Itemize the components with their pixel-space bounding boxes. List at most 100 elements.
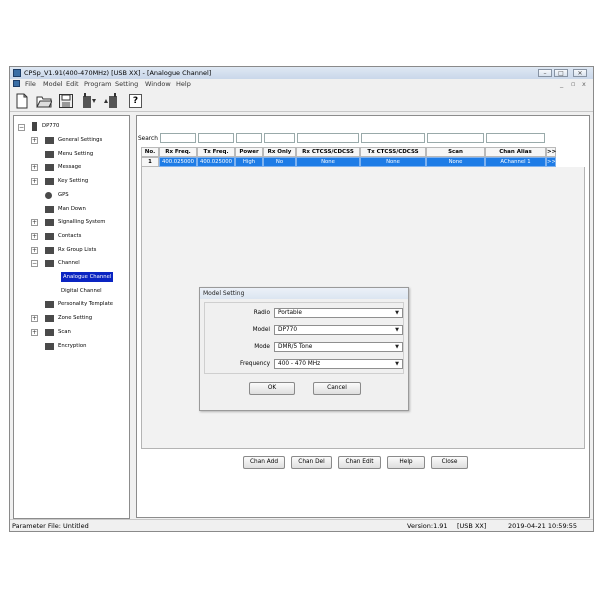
maximize-button[interactable]: □ xyxy=(554,69,568,77)
tree-toggle-zone-setting[interactable]: + xyxy=(31,315,38,323)
tree-item-rx-group-lists[interactable]: Rx Group Lists xyxy=(58,245,96,255)
column-header-rx-ctcss[interactable]: Rx CTCSS/CDCSS xyxy=(296,147,360,157)
chan-edit-button[interactable]: Chan Edit xyxy=(338,456,381,469)
table-cell-rx-freq[interactable]: 400.025000 xyxy=(159,157,197,167)
menu-help[interactable]: Help xyxy=(176,80,191,88)
mode-select[interactable]: DMR/5 Tone ▼ xyxy=(274,342,403,352)
tree-item-channel[interactable]: Channel xyxy=(58,258,80,268)
tree-item-message[interactable]: Message xyxy=(58,162,81,172)
model-select[interactable]: DP770 ▼ xyxy=(274,325,403,335)
table-cell-tx-freq[interactable]: 400.025000 xyxy=(197,157,235,167)
column-header-chan-alias[interactable]: Chan Alias xyxy=(485,147,546,157)
column-header-rx-only[interactable]: Rx Only xyxy=(263,147,296,157)
column-header-power[interactable]: Power xyxy=(235,147,263,157)
menu-window[interactable]: Window xyxy=(145,80,171,88)
tree-item-zone-setting[interactable]: Zone Setting xyxy=(58,313,92,323)
help-button[interactable]: Help xyxy=(387,456,425,469)
column-header-tx-ctcss[interactable]: Tx CTCSS/CDCSS xyxy=(360,147,426,157)
new-file-icon[interactable] xyxy=(14,93,30,109)
tree-item-key-setting[interactable]: Key Setting xyxy=(58,176,88,186)
status-bar: Parameter File: Untitled Version:1.91 [U… xyxy=(10,519,593,531)
tree-item-personality-template[interactable]: Personality Template xyxy=(58,299,113,309)
search-input-tx-freq[interactable] xyxy=(198,133,234,143)
chan-del-button[interactable]: Chan Del xyxy=(291,456,332,469)
folder-icon xyxy=(45,246,54,254)
table-cell-power[interactable]: High xyxy=(235,157,263,167)
column-header-rx-freq[interactable]: Rx Freq. xyxy=(159,147,197,157)
tree-toggle-message[interactable]: + xyxy=(31,164,38,172)
tree-item-signalling-system[interactable]: Signalling System xyxy=(58,217,105,227)
toolbar: ? xyxy=(10,90,593,112)
search-input-rx-only[interactable] xyxy=(264,133,295,143)
save-disk-icon[interactable] xyxy=(58,93,74,109)
help-icon[interactable]: ? xyxy=(129,94,142,108)
tree-item-menu-setting[interactable]: Menu Setting xyxy=(58,149,93,159)
search-input-scan[interactable] xyxy=(427,133,484,143)
tree-item-encryption[interactable]: Encryption xyxy=(58,341,86,351)
column-header-scan[interactable]: Scan xyxy=(426,147,485,157)
write-radio-icon[interactable] xyxy=(103,93,119,109)
folder-icon xyxy=(45,328,54,336)
column-header-more[interactable]: >> xyxy=(546,147,556,157)
table-cell-rx-only[interactable]: No xyxy=(263,157,296,167)
mdi-close-button[interactable]: x xyxy=(582,80,586,88)
menu-bar: File Model Edit Program Setting Window H… xyxy=(10,79,593,89)
search-input-rx-freq[interactable] xyxy=(160,133,196,143)
search-input-power[interactable] xyxy=(236,133,262,143)
tree-toggle-key-setting[interactable]: + xyxy=(31,178,38,186)
menu-model[interactable]: Model xyxy=(43,80,63,88)
collapse-root-toggle[interactable]: − xyxy=(18,124,25,131)
app-window: CPSp_V1.91(400-470MHz) [USB XX] - [Analo… xyxy=(9,66,594,532)
minimize-button[interactable]: – xyxy=(538,69,552,77)
column-header-tx-freq[interactable]: Tx Freq. xyxy=(197,147,235,157)
table-cell-no[interactable]: 1 xyxy=(141,157,159,167)
folder-icon xyxy=(45,232,54,240)
read-radio-icon[interactable] xyxy=(81,93,97,109)
table-cell-tx-ctcss[interactable]: None xyxy=(360,157,426,167)
cancel-button[interactable]: Cancel xyxy=(313,382,361,395)
title-bar[interactable]: CPSp_V1.91(400-470MHz) [USB XX] - [Analo… xyxy=(10,67,593,79)
search-input-tx-ctcss[interactable] xyxy=(361,133,425,143)
dialog-title[interactable]: Model Setting xyxy=(200,288,408,299)
tree-toggle-signalling-system[interactable]: + xyxy=(31,219,38,227)
table-cell-more[interactable]: >> xyxy=(546,157,556,167)
mdi-minimize-button[interactable]: _ xyxy=(560,80,563,88)
tree-toggle-contacts[interactable]: + xyxy=(31,232,38,240)
tree-item-gps[interactable]: GPS xyxy=(58,190,69,200)
radio-value: Portable xyxy=(278,310,302,316)
table-cell-rx-ctcss[interactable]: None xyxy=(296,157,360,167)
menu-setting[interactable]: Setting xyxy=(115,80,138,88)
close-window-button[interactable]: ✕ xyxy=(573,69,587,77)
tree-item-man-down[interactable]: Man Down xyxy=(58,204,86,214)
menu-file[interactable]: File xyxy=(25,80,36,88)
tree-item-scan[interactable]: Scan xyxy=(58,327,71,337)
tree-item-analogue-channel[interactable]: Analogue Channel xyxy=(61,272,114,282)
table-cell-chan-alias[interactable]: AChannel 1 xyxy=(485,157,546,167)
tree-item-general-settings[interactable]: General Settings xyxy=(58,135,102,145)
chan-add-button[interactable]: Chan Add xyxy=(243,456,285,469)
tree-item-digital-channel[interactable]: Digital Channel xyxy=(61,286,102,296)
tree-toggle-channel[interactable]: − xyxy=(31,260,38,268)
tree-toggle-rx-group-lists[interactable]: + xyxy=(31,246,38,254)
close-button[interactable]: Close xyxy=(431,456,468,469)
table-cell-scan[interactable]: None xyxy=(426,157,485,167)
mdi-restore-button[interactable]: ▫ xyxy=(571,80,575,88)
channel-table: No. Rx Freq. Tx Freq. Power Rx Only Rx C… xyxy=(141,147,556,167)
folder-icon xyxy=(45,219,54,227)
app-icon xyxy=(13,69,21,77)
keyboard-icon xyxy=(45,178,54,186)
search-input-chan-alias[interactable] xyxy=(486,133,545,143)
message-icon xyxy=(45,164,54,172)
tree-item-contacts[interactable]: Contacts xyxy=(58,231,81,241)
ok-button[interactable]: OK xyxy=(249,382,295,395)
open-folder-icon[interactable] xyxy=(36,93,52,109)
column-header-no[interactable]: No. xyxy=(141,147,159,157)
frequency-select[interactable]: 400 - 470 MHz ▼ xyxy=(274,359,403,369)
tree-toggle-general-settings[interactable]: + xyxy=(31,137,38,144)
search-input-rx-ctcss[interactable] xyxy=(297,133,359,143)
radio-select[interactable]: Portable ▼ xyxy=(274,308,403,318)
menu-program[interactable]: Program xyxy=(84,80,111,88)
tree-toggle-scan[interactable]: + xyxy=(31,328,38,336)
menu-edit[interactable]: Edit xyxy=(66,80,79,88)
tree-root-dp770[interactable]: DP770 xyxy=(42,121,59,131)
